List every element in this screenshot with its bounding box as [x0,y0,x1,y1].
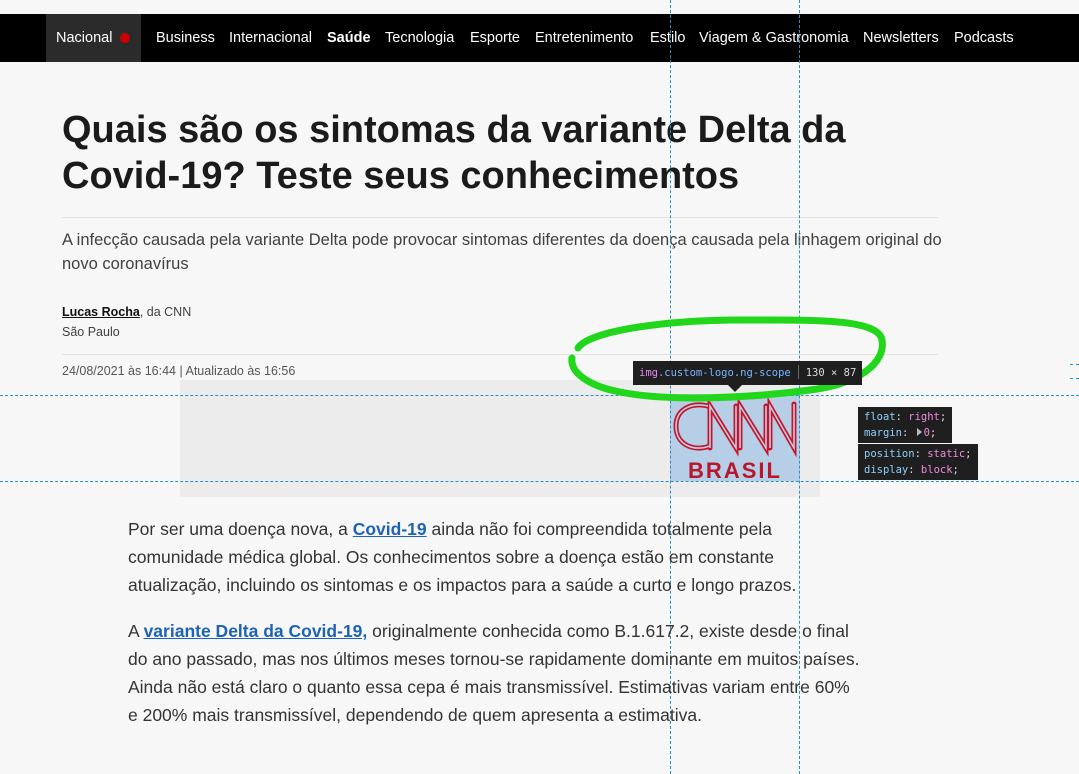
css-prop: display [864,464,909,476]
covid-19-link[interactable]: Covid-19 [353,519,427,539]
nav-item-internacional[interactable]: Internacional [229,14,312,62]
css-prop: margin [864,427,902,439]
tooltip-tag: img [639,367,658,379]
byline: Lucas Rocha, da CNN [62,305,191,319]
article-dateline: 24/08/2021 às 16:44 | Atualizado às 16:5… [62,364,296,378]
expand-triangle-icon[interactable] [916,428,922,436]
article-paragraph: Por ser uma doença nova, a Covid-19 aind… [128,515,863,599]
nav-item-saude[interactable]: Saúde [327,14,371,62]
nav-item-esporte[interactable]: Esporte [470,14,520,62]
css-prop: position [864,448,915,460]
nav-item-label: Nacional [56,30,113,46]
nav-item-viagem-gastronomia[interactable]: Viagem & Gastronomia [699,14,849,62]
css-value: block [920,464,953,476]
css-value: right [908,411,940,423]
nav-item-nacional[interactable]: Nacional [46,14,141,62]
nav-item-estilo[interactable]: Estilo [650,14,685,62]
devtools-css-popup-float: float: right; margin: 0; [858,407,953,443]
css-value: static [927,448,966,460]
tooltip-size: 130 × 87 [805,367,857,379]
divider [62,217,938,218]
inspector-guide-line [1070,378,1079,379]
article-headline: Quais são os sintomas da variante Delta … [62,109,846,197]
nav-item-business[interactable]: Business [156,14,215,62]
nav-item-tecnologia[interactable]: Tecnologia [385,14,454,62]
inspector-guide-line [0,481,1079,482]
devtools-css-popup-position: position: static; display: block; [858,444,978,480]
paragraph-text: Por ser uma doença nova, a [128,519,353,539]
nav-item-entretenimento[interactable]: Entretenimento [535,14,633,62]
variante-delta-link[interactable]: variante Delta da Covid-19, [144,621,368,641]
tooltip-divider [797,365,799,379]
nav-item-podcasts[interactable]: Podcasts [954,14,1014,62]
live-dot-icon [120,33,131,43]
top-nav-bar: Nacional Business Internacional Saúde Te… [0,14,1079,62]
author-suffix: , da CNN [139,305,192,319]
article-paragraph: A variante Delta da Covid-19, originalme… [128,617,863,729]
paragraph-text: A [128,621,144,641]
byline-location: São Paulo [62,325,120,339]
nav-item-newsletters[interactable]: Newsletters [863,14,939,62]
article-subtitle: A infecção causada pela variante Delta p… [62,231,942,273]
devtools-element-tooltip: img.custom-logo.ng-scope 130 × 87 [633,361,863,385]
tooltip-classes: .custom-logo.ng-scope [657,367,791,379]
inspector-guide-line [0,395,1079,396]
tooltip-arrow-icon [728,385,742,392]
inspector-guide-line [1070,364,1079,365]
author-link[interactable]: Lucas Rocha [62,305,140,319]
logo-subtext: BRASIL [688,458,782,481]
css-prop: float [864,411,896,423]
